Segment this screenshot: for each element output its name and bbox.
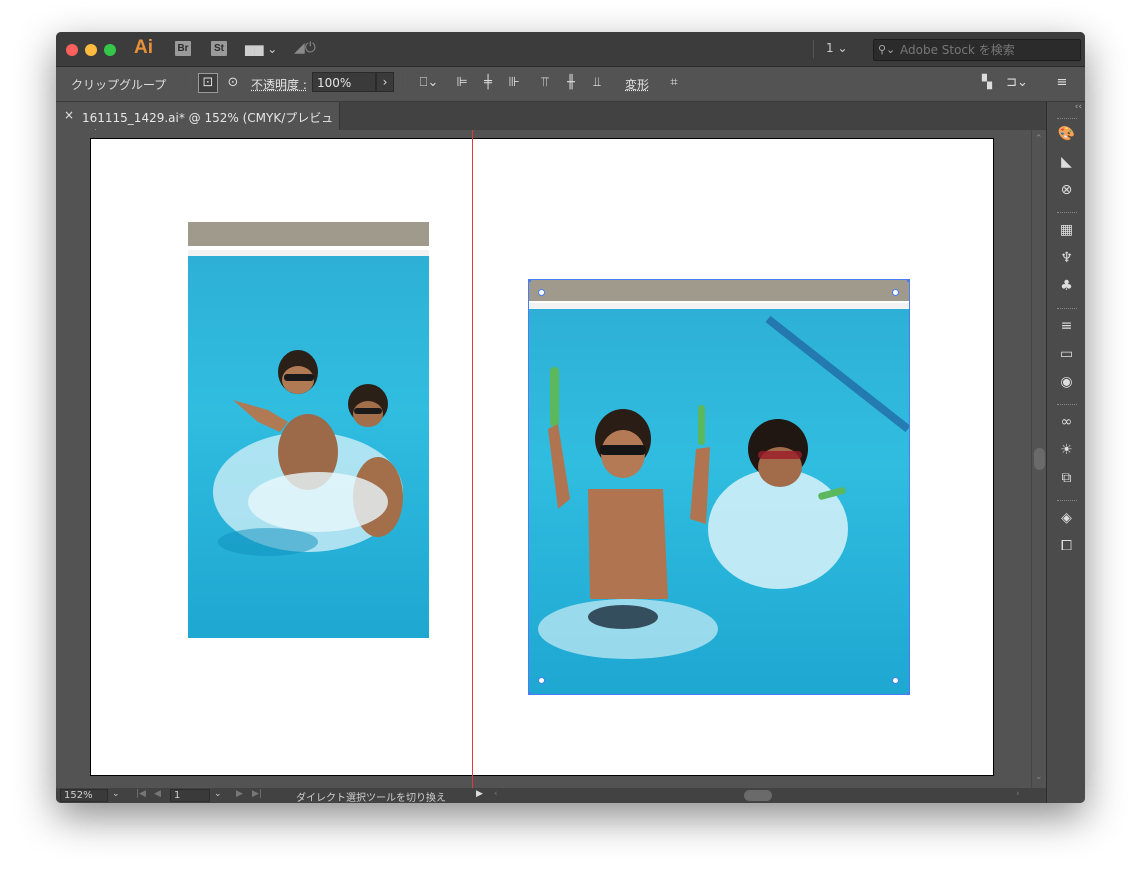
scroll-down-icon[interactable]: ⌄: [1035, 772, 1043, 782]
zoom-dropdown-icon[interactable]: ⌄: [112, 789, 120, 799]
edit-clipping-path-icon[interactable]: ⊡: [198, 73, 218, 93]
last-artboard-icon[interactable]: ▶|: [252, 789, 262, 799]
opacity-dropdown-button[interactable]: ›: [376, 72, 394, 92]
artboards-icon[interactable]: ⧠: [1056, 536, 1077, 556]
isolate-icon[interactable]: ⌗: [664, 73, 684, 93]
workspace-count: 1: [826, 41, 834, 55]
live-corner-widget[interactable]: [892, 677, 899, 684]
right-photo[interactable]: [528, 279, 910, 695]
align-left-icon[interactable]: ⊫: [452, 73, 472, 93]
panel-dock: ‹‹ 🎨 ◣ ⊗ ▦ ♆ ♣ ≡ ▭ ◉ ∞ ☀ ⧉ ◈ ⧠: [1046, 102, 1085, 803]
first-artboard-icon[interactable]: |◀: [136, 789, 146, 799]
resize-handle-bottom-left[interactable]: [528, 692, 531, 695]
stock-search-field[interactable]: ⚲⌄ Adobe Stock を検索: [873, 39, 1081, 61]
dock-grip[interactable]: [1057, 118, 1077, 121]
brushes-icon[interactable]: ◣: [1056, 152, 1077, 172]
status-menu-icon[interactable]: ▶: [476, 789, 483, 799]
control-bar: クリップグループ ⊡ ⊙ 不透明度 : 100% › ⎕⌄ ⊫ ╪ ⊪ ⫪ ╫ …: [56, 67, 1085, 102]
artboard[interactable]: [90, 138, 994, 776]
artboard-dropdown-icon[interactable]: ⌄: [214, 789, 222, 799]
scroll-right-icon[interactable]: ›: [1016, 789, 1020, 799]
arrange-documents-icon[interactable]: ▆▆ ⌄: [245, 42, 277, 56]
bridge-button[interactable]: Br: [175, 41, 191, 56]
color-guide-icon[interactable]: 🎨: [1056, 124, 1077, 144]
opacity-input[interactable]: 100%: [312, 72, 376, 92]
control-menu-icon[interactable]: ≡: [1052, 73, 1072, 93]
tab-close-icon[interactable]: ×: [64, 108, 74, 122]
status-text[interactable]: ダイレクト選択ツールを切り換え: [296, 789, 446, 803]
stock-search-placeholder: Adobe Stock を検索: [900, 43, 1015, 57]
selection-bounding-box[interactable]: [528, 279, 910, 695]
stock-button[interactable]: St: [211, 41, 227, 56]
selection-type-label: クリップグループ: [71, 78, 167, 92]
app-logo: Ai: [134, 37, 153, 58]
divider: [190, 72, 191, 94]
transform-link[interactable]: 変形: [625, 76, 649, 93]
stroke-icon[interactable]: ≡: [1056, 316, 1077, 336]
align-top-icon[interactable]: ⫪: [535, 73, 555, 93]
appearance-icon[interactable]: ☀: [1056, 440, 1077, 460]
resize-handle-top-left[interactable]: [528, 279, 531, 282]
align-right-icon[interactable]: ⊪: [504, 73, 524, 93]
divider: [405, 72, 406, 94]
left-photo[interactable]: [188, 222, 429, 638]
dock-grip[interactable]: [1057, 404, 1077, 407]
search-icon: ⚲⌄: [878, 43, 896, 56]
dock-grip[interactable]: [1057, 500, 1077, 503]
asset-export-icon[interactable]: ⧉: [1056, 468, 1077, 488]
vertical-scroll-thumb[interactable]: [1034, 448, 1045, 470]
edit-contents-icon[interactable]: ⊙: [223, 73, 243, 93]
arrange-panel-icon[interactable]: ▚: [977, 73, 997, 93]
align-horizontal-center-icon[interactable]: ╪: [478, 73, 498, 93]
divider: [813, 40, 814, 58]
resize-handle-bottom-right[interactable]: [907, 692, 910, 695]
puppet-warp-icon[interactable]: ♆: [1056, 248, 1077, 268]
previous-artboard-icon[interactable]: ◀: [154, 789, 161, 799]
status-bar: 152% ⌄ |◀ ◀ 1 ⌄ ▶ ▶| ダイレクト選択ツールを切り換え ▶ ‹…: [56, 788, 1046, 803]
swatches-icon[interactable]: ▦: [1056, 220, 1077, 240]
title-bar: Ai Br St ▆▆ ⌄ ◢⏻ 1 ⌄ ⚲⌄ Adobe Stock を検索: [56, 32, 1085, 67]
illustrator-window: Ai Br St ▆▆ ⌄ ◢⏻ 1 ⌄ ⚲⌄ Adobe Stock を検索 …: [56, 32, 1085, 803]
dock-grip[interactable]: [1057, 308, 1077, 311]
scroll-left-icon[interactable]: ‹: [494, 789, 498, 799]
dock-grip[interactable]: [1057, 212, 1077, 215]
collapse-dock-icon[interactable]: ‹‹: [1047, 102, 1085, 117]
live-corner-widget[interactable]: [892, 289, 899, 296]
kids-splashing-illustration: [213, 350, 403, 556]
vertical-scrollbar[interactable]: ⌃ ⌄: [1031, 130, 1047, 788]
next-artboard-icon[interactable]: ▶: [236, 789, 243, 799]
align-vertical-center-icon[interactable]: ╫: [561, 73, 581, 93]
symbols-icon[interactable]: ⊗: [1056, 180, 1077, 200]
resize-handle-top-right[interactable]: [907, 279, 910, 282]
artboard-number-field[interactable]: 1: [170, 789, 210, 802]
live-corner-widget[interactable]: [538, 289, 545, 296]
gpu-performance-icon[interactable]: ◢⏻: [294, 40, 316, 56]
gradient-icon[interactable]: ▭: [1056, 344, 1077, 364]
transparency-icon[interactable]: ◉: [1056, 372, 1077, 392]
zoom-level-field[interactable]: 152%: [60, 789, 108, 802]
clip-options-icon[interactable]: ⊐⌄: [1003, 73, 1031, 93]
align-bottom-icon[interactable]: ⫫: [587, 73, 607, 93]
scroll-up-icon[interactable]: ⌃: [1035, 134, 1043, 144]
window-maximize-button[interactable]: [104, 44, 116, 56]
vertical-guide[interactable]: [472, 130, 473, 788]
window-close-button[interactable]: [66, 44, 78, 56]
align-to-icon[interactable]: ⎕⌄: [416, 73, 442, 93]
document-tab[interactable]: × 161115_1429.ai* @ 152% (CMYK/プレビュー): [56, 102, 340, 142]
live-corner-widget[interactable]: [538, 677, 545, 684]
club-icon[interactable]: ♣: [1056, 276, 1077, 296]
window-minimize-button[interactable]: [85, 44, 97, 56]
layers-icon[interactable]: ◈: [1056, 508, 1077, 528]
cc-libraries-icon[interactable]: ∞: [1056, 412, 1077, 432]
opacity-label[interactable]: 不透明度 :: [251, 76, 307, 93]
horizontal-scroll-thumb[interactable]: [744, 790, 772, 801]
document-canvas[interactable]: [56, 130, 1031, 788]
document-tab-bar: × 161115_1429.ai* @ 152% (CMYK/プレビュー): [56, 102, 1046, 142]
workspace-switcher[interactable]: 1 ⌄: [826, 41, 848, 55]
